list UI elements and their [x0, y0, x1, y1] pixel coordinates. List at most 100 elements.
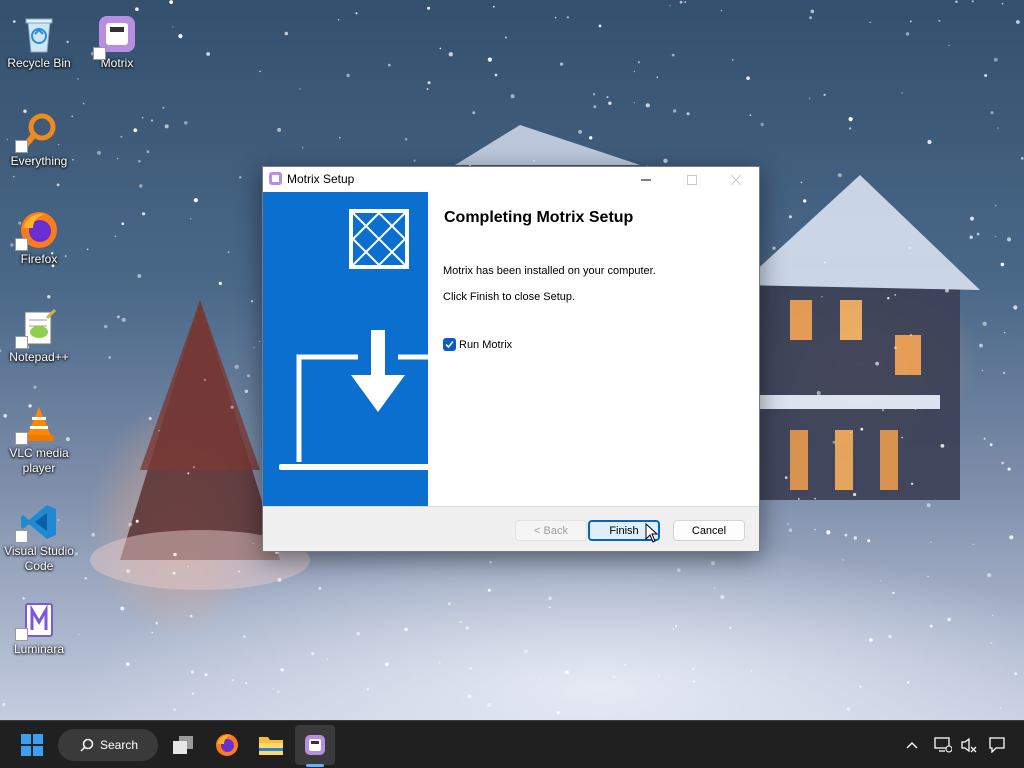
snowflake: [997, 127, 999, 129]
start-button[interactable]: [14, 725, 50, 765]
search-icon: [80, 738, 94, 752]
snowflake: [656, 76, 659, 79]
snowflake: [1001, 461, 1004, 465]
snowflake: [987, 573, 992, 578]
setup-dialog: Motrix Setup Completing Motrix Setup Mot…: [262, 166, 760, 552]
snowflake: [172, 571, 176, 575]
snowflake: [713, 587, 716, 589]
desktop-icon-everything[interactable]: Everything: [2, 104, 76, 190]
snowflake: [853, 492, 857, 497]
snowflake: [218, 281, 222, 286]
shortcut-arrow-icon: [15, 432, 28, 445]
task-view-button[interactable]: [165, 725, 201, 765]
snowflake: [187, 472, 190, 475]
snowflake: [633, 102, 636, 104]
shortcut-arrow-icon: [15, 336, 28, 349]
desktop-icon-label: Recycle Bin: [7, 56, 71, 70]
minimize-button[interactable]: [623, 167, 669, 192]
run-motrix-option[interactable]: Run Motrix: [443, 338, 512, 351]
snowflake: [231, 679, 234, 682]
notifications-button[interactable]: [986, 725, 1008, 765]
snowflake: [114, 235, 117, 238]
snowflake: [993, 57, 998, 62]
snowflake: [252, 542, 254, 545]
snowflake: [158, 429, 160, 432]
snowflake: [187, 565, 189, 568]
search-label: Search: [100, 738, 139, 752]
snowflake: [193, 198, 198, 203]
snowflake: [1013, 305, 1018, 310]
snowflake: [259, 70, 261, 73]
chevron-up-icon: [906, 741, 918, 749]
network-status[interactable]: [932, 725, 954, 765]
snowflake: [189, 614, 193, 618]
snowflake: [1006, 237, 1012, 242]
dialog-titlebar[interactable]: Motrix Setup: [263, 167, 759, 192]
finish-instruction: Click Finish to close Setup.: [443, 291, 576, 303]
snowflake: [809, 16, 812, 20]
snowflake: [469, 666, 473, 670]
snowflake: [593, 105, 597, 109]
snowflake: [1001, 2, 1004, 5]
desktop-icon-luminara[interactable]: Luminara: [2, 592, 76, 678]
taskbar-file-explorer[interactable]: [252, 725, 290, 765]
maximize-button: [669, 167, 715, 192]
folder-icon: [259, 737, 283, 755]
taskbar-search[interactable]: Search: [58, 729, 158, 761]
active-app-indicator: [306, 764, 324, 767]
windows-logo-icon: [21, 734, 43, 756]
snowflake: [832, 440, 836, 444]
show-hidden-icons-button[interactable]: [900, 725, 924, 765]
run-motrix-label[interactable]: Run Motrix: [459, 339, 512, 351]
snowflake: [439, 47, 442, 50]
snowflake: [47, 295, 51, 299]
snowflake: [117, 315, 120, 319]
snowflake: [910, 482, 914, 485]
snowflake: [116, 157, 119, 160]
snowflake: [311, 651, 315, 656]
snowflake: [472, 111, 476, 115]
snowflake: [120, 135, 123, 138]
snowflake: [976, 232, 980, 236]
desktop-icon-notepad-plus-plus[interactable]: Notepad++: [2, 300, 76, 386]
snowflake: [560, 62, 564, 66]
network-icon: [934, 737, 952, 753]
taskbar-firefox[interactable]: [208, 725, 246, 765]
desktop-icon-firefox[interactable]: Firefox: [2, 202, 76, 288]
snowflake: [465, 626, 469, 630]
snowflake: [172, 26, 174, 28]
snowflake: [823, 93, 826, 97]
snowflake: [999, 707, 1002, 710]
snowflake: [548, 596, 552, 600]
desktop-icon-vlc[interactable]: VLC media player: [2, 396, 76, 482]
snowflake: [810, 9, 815, 14]
snowflake: [169, 0, 174, 5]
snowflake: [459, 620, 463, 624]
snowflake: [867, 539, 871, 543]
snowflake: [720, 9, 723, 12]
snowflake: [729, 626, 732, 630]
snowflake: [533, 160, 535, 162]
snowflake: [284, 31, 289, 36]
snowflake: [844, 533, 848, 537]
desktop-icon-motrix[interactable]: Motrix: [80, 6, 154, 92]
desktop-icon-vscode[interactable]: Visual Studio Code: [2, 494, 76, 580]
taskbar-motrix[interactable]: [295, 725, 335, 765]
snowflake: [155, 621, 159, 625]
snowflake: [133, 128, 138, 133]
snowflake: [523, 649, 528, 654]
snowflake: [914, 408, 917, 410]
snowflake: [387, 63, 391, 67]
snowflake: [244, 389, 249, 393]
snowflake: [955, 0, 958, 3]
snowflake: [548, 606, 551, 609]
snowflake: [868, 638, 873, 642]
run-motrix-checkbox[interactable]: [443, 338, 456, 351]
volume-status[interactable]: [958, 725, 980, 765]
snowflake: [948, 44, 950, 46]
snowflake: [250, 300, 254, 303]
snowflake: [1002, 371, 1006, 375]
snowflake: [203, 378, 206, 381]
desktop-icon-recycle-bin[interactable]: Recycle Bin: [2, 6, 76, 92]
snowflake: [302, 147, 304, 149]
